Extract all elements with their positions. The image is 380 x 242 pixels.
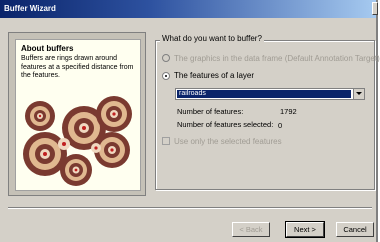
buffer-rings-illustration xyxy=(23,96,132,186)
radio-graphics-label: The graphics in the data frame (Default … xyxy=(174,54,380,63)
back-button[interactable]: < Back xyxy=(232,222,270,237)
layer-select[interactable]: railroads xyxy=(175,88,365,100)
next-button[interactable]: Next > xyxy=(285,221,325,238)
num-selected-value: 0 xyxy=(278,121,283,130)
about-buffers-text: Buffers are rings drawn around features … xyxy=(21,55,134,79)
radio-layer-features-label: The features of a layer xyxy=(174,71,255,80)
num-selected-label: Number of features selected: xyxy=(177,120,274,129)
radio-layer-features[interactable] xyxy=(162,72,170,80)
illustration-panel: About buffers Buffers are rings drawn ar… xyxy=(8,32,146,196)
buffer-target-question: What do you want to buffer? xyxy=(160,34,264,43)
use-selected-checkbox[interactable] xyxy=(162,137,170,145)
window-title: Buffer Wizard xyxy=(4,4,56,13)
footer-divider xyxy=(8,207,372,209)
about-buffers-box: About buffers Buffers are rings drawn ar… xyxy=(15,39,141,191)
title-bar[interactable]: Buffer Wizard xyxy=(0,0,376,18)
about-buffers-title: About buffers xyxy=(21,44,74,53)
radio-graphics[interactable] xyxy=(162,54,170,62)
buffer-ring-cluster xyxy=(23,96,132,186)
close-icon[interactable] xyxy=(372,2,378,15)
buffer-wizard-window: Buffer Wizard About buffers Buffers are … xyxy=(0,0,380,242)
layer-select-value: railroads xyxy=(177,90,351,98)
next-button-label: Next > xyxy=(294,225,316,234)
num-features-label: Number of features: xyxy=(177,107,244,116)
cancel-button[interactable]: Cancel xyxy=(336,222,374,237)
use-selected-label: Use only the selected features xyxy=(174,137,282,146)
num-features-value: 1792 xyxy=(280,107,297,116)
chevron-down-icon[interactable] xyxy=(353,89,364,99)
